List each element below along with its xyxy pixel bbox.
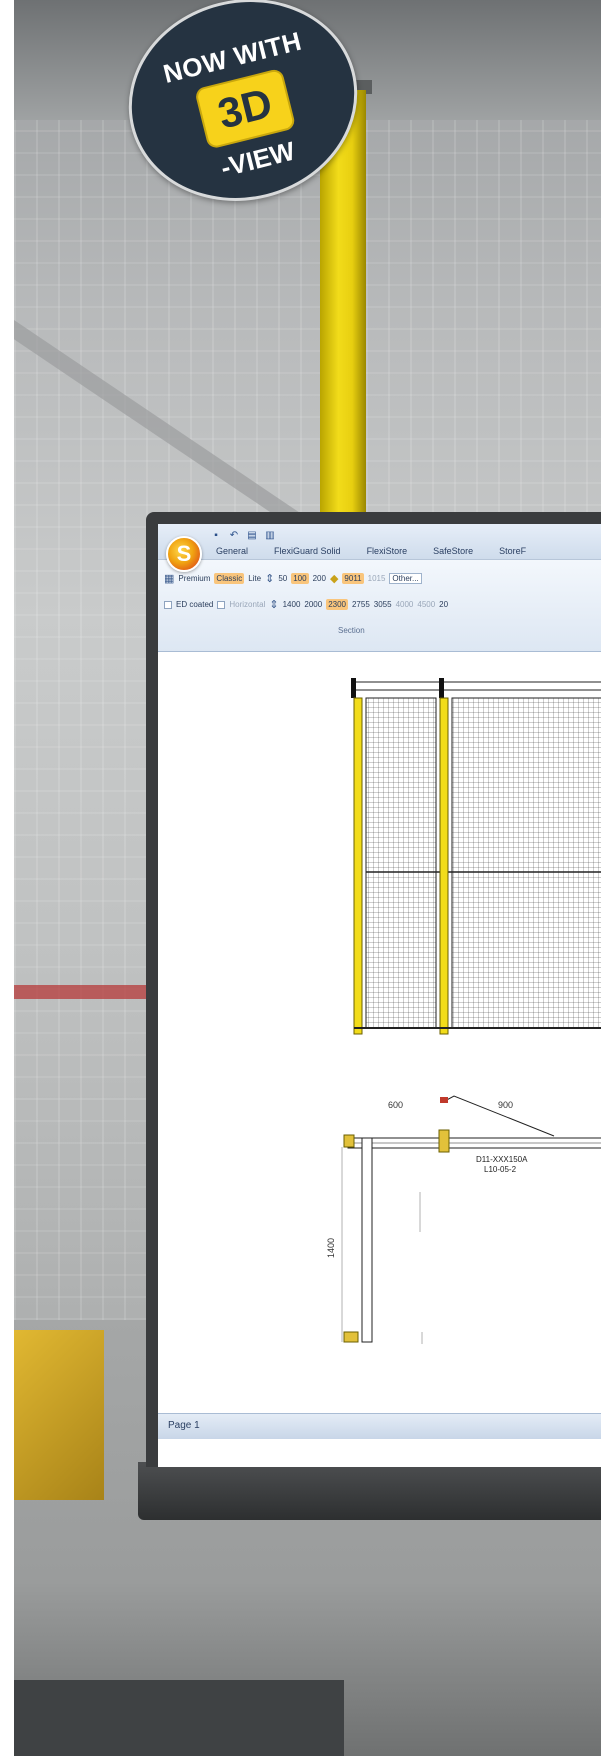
tab-flexistore[interactable]: FlexiStore — [367, 546, 408, 556]
ribbon-row-2: ED coated Horizontal ⇕ 1400 2000 2300 27… — [164, 598, 448, 611]
part-code: D11-XXX150A — [476, 1155, 528, 1164]
monitor-base — [138, 1462, 601, 1520]
width-icon: ⇕ — [265, 573, 275, 585]
height-1400[interactable]: 1400 — [283, 600, 301, 609]
technical-drawing: 600 900 D11-XXX150A L10-05-2 1400 — [326, 678, 601, 1344]
width-50[interactable]: 50 — [278, 574, 287, 583]
page-indicator: Page 1 — [168, 1420, 200, 1431]
tab-general[interactable]: General — [216, 546, 248, 556]
dim-1400: 1400 — [326, 1238, 336, 1258]
height-2300[interactable]: 2300 — [326, 599, 348, 610]
ed-coated-label: ED coated — [176, 600, 214, 609]
section-group-label: Section — [338, 626, 365, 635]
width-100[interactable]: 100 — [291, 573, 309, 584]
color-1015[interactable]: 1015 — [368, 574, 386, 583]
variant-lite[interactable]: Lite — [248, 574, 261, 583]
save-icon[interactable]: ▪ — [210, 530, 222, 542]
quick-access-toolbar: ▪ ↶ ▤ ▥ — [210, 530, 276, 542]
app-logo-icon[interactable]: S — [166, 536, 202, 572]
variant-premium[interactable]: Premium — [178, 574, 210, 583]
ribbon: ▦ Premium Classic Lite ⇕ 50 100 200 ◆ 90… — [158, 560, 601, 652]
tab-storef[interactable]: StoreF — [499, 546, 526, 556]
variant-classic[interactable]: Classic — [214, 573, 245, 584]
tab-safestore[interactable]: SafeStore — [433, 546, 473, 556]
paint-icon: ◆ — [329, 573, 339, 585]
height-icon: ⇕ — [269, 599, 279, 611]
yellow-bin — [14, 1330, 104, 1500]
dim-600: 600 — [388, 1100, 403, 1110]
height-more[interactable]: 20 — [439, 600, 448, 609]
height-3055[interactable]: 3055 — [374, 600, 392, 609]
dark-floor-strip — [14, 1680, 344, 1756]
app-window: S ▪ ↶ ▤ ▥ General FlexiGuard Solid Flexi… — [158, 524, 601, 1467]
red-rail — [14, 985, 154, 999]
panel-icon: ▦ — [164, 573, 175, 585]
height-4000[interactable]: 4000 — [396, 600, 414, 609]
horizontal-checkbox[interactable] — [217, 600, 226, 609]
ed-coated-checkbox[interactable] — [164, 600, 172, 609]
width-200[interactable]: 200 — [313, 574, 326, 583]
height-4500[interactable]: 4500 — [417, 600, 435, 609]
drawing-canvas[interactable]: 600 900 D11-XXX150A L10-05-2 1400 Page 1 — [158, 652, 601, 1439]
ribbon-row-1: ▦ Premium Classic Lite ⇕ 50 100 200 ◆ 90… — [164, 572, 422, 585]
horizontal-label: Horizontal — [229, 600, 266, 609]
status-bar: Page 1 — [158, 1413, 601, 1439]
plan-view: 600 900 D11-XXX150A L10-05-2 1400 — [326, 1095, 601, 1344]
height-2000[interactable]: 2000 — [304, 600, 322, 609]
copy-icon[interactable]: ▥ — [264, 530, 276, 542]
dim-900: 900 — [498, 1100, 513, 1110]
print-icon[interactable]: ▤ — [246, 530, 258, 542]
front-elevation — [351, 678, 601, 1035]
undo-icon[interactable]: ↶ — [228, 530, 240, 542]
title-bar: S ▪ ↶ ▤ ▥ General FlexiGuard Solid Flexi… — [158, 524, 601, 572]
color-9011[interactable]: 9011 — [342, 573, 364, 584]
monitor: S ▪ ↶ ▤ ▥ General FlexiGuard Solid Flexi… — [146, 512, 601, 1467]
tab-flexiguard-solid[interactable]: FlexiGuard Solid — [274, 546, 341, 556]
part-sub-code: L10-05-2 — [484, 1165, 517, 1174]
ribbon-tabs: General FlexiGuard Solid FlexiStore Safe… — [216, 546, 526, 556]
color-other-button[interactable]: Other... — [389, 573, 422, 584]
height-2755[interactable]: 2755 — [352, 600, 370, 609]
